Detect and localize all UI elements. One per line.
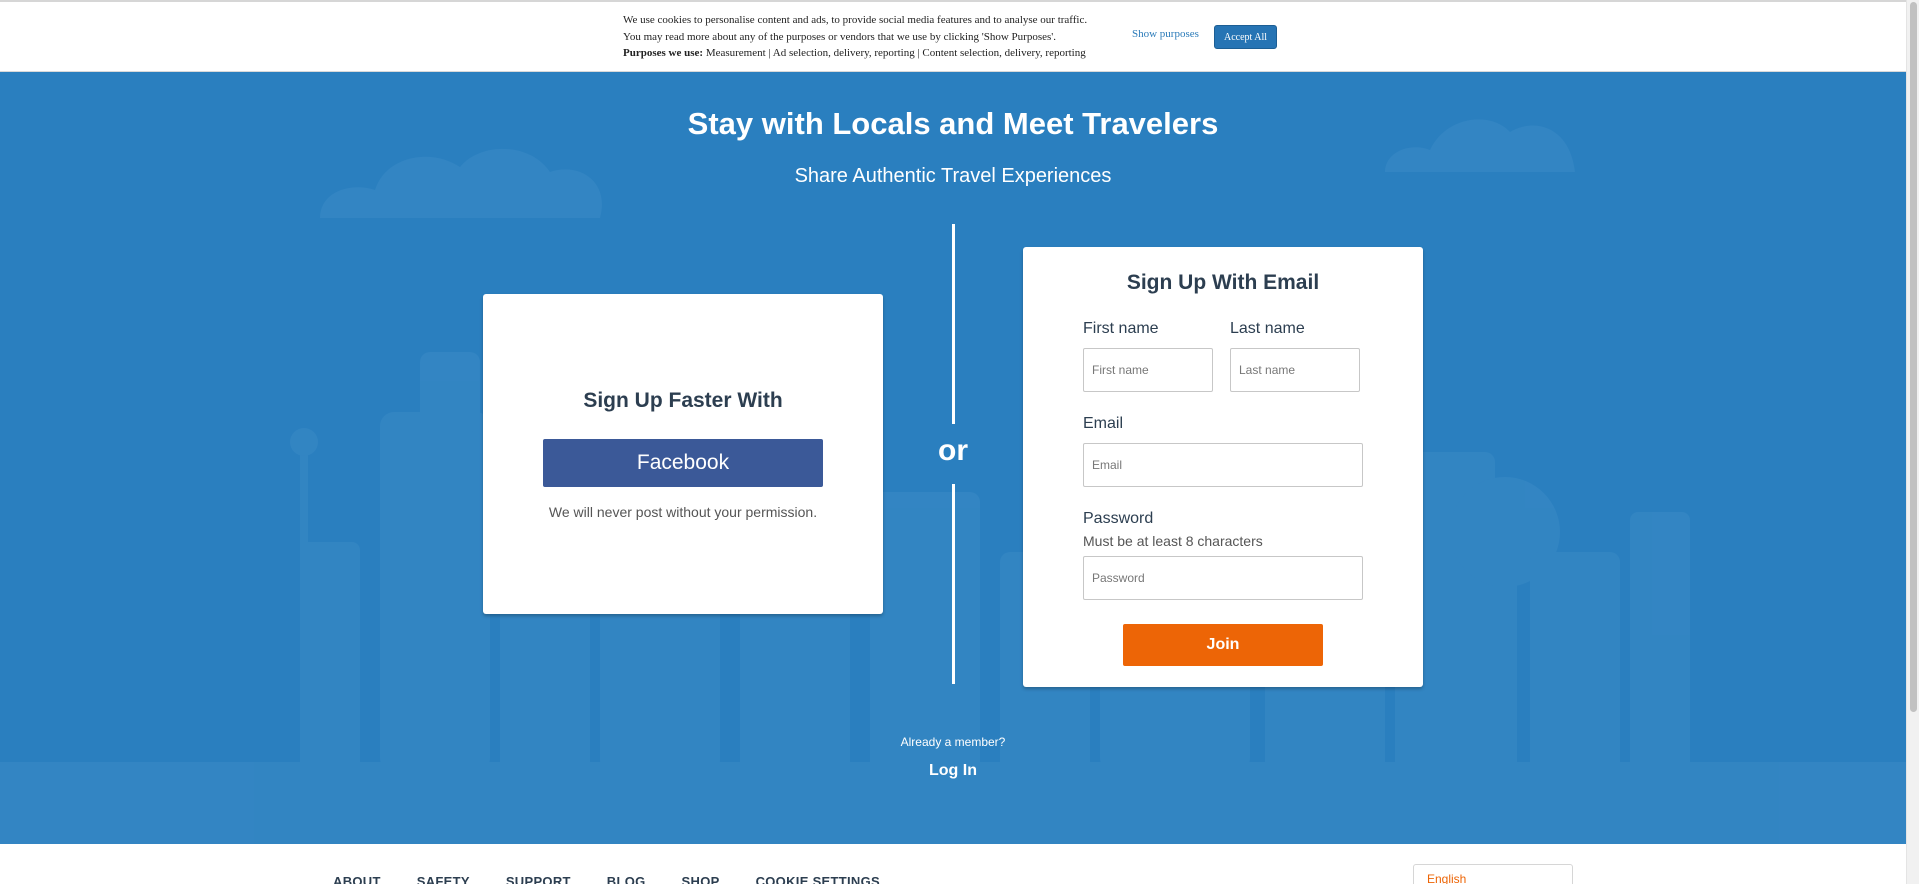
last-name-input[interactable] bbox=[1230, 348, 1360, 392]
social-signup-heading: Sign Up Faster With bbox=[583, 389, 783, 412]
hero-title: Stay with Locals and Meet Travelers bbox=[687, 106, 1219, 141]
join-button[interactable]: Join bbox=[1123, 624, 1323, 666]
or-separator: or bbox=[938, 434, 968, 467]
footer-link-blog[interactable]: BLOG bbox=[607, 874, 646, 884]
scrollbar-thumb[interactable] bbox=[1910, 2, 1917, 712]
footer-nav: ABOUT SAFETY SUPPORT BLOG SHOP COOKIE SE… bbox=[333, 874, 916, 884]
footer-link-safety[interactable]: SAFETY bbox=[417, 874, 470, 884]
facebook-signup-button[interactable]: Facebook bbox=[543, 439, 823, 487]
footer-link-support[interactable]: SUPPORT bbox=[506, 874, 571, 884]
email-signup-card: Sign Up With Email First name Last name … bbox=[1023, 247, 1423, 687]
purposes-label: Purposes we use: bbox=[623, 47, 704, 59]
facebook-disclaimer: We will never post without your permissi… bbox=[548, 504, 818, 520]
cookie-line-2: You may read more about any of the purpo… bbox=[623, 30, 1056, 43]
email-signup-heading: Sign Up With Email bbox=[1126, 271, 1320, 294]
footer: ABOUT SAFETY SUPPORT BLOG SHOP COOKIE SE… bbox=[0, 844, 1906, 884]
footer-link-about[interactable]: ABOUT bbox=[333, 874, 381, 884]
password-input[interactable] bbox=[1083, 556, 1363, 600]
divider-line-bottom bbox=[952, 484, 955, 684]
email-input[interactable] bbox=[1083, 443, 1363, 487]
first-name-label: First name bbox=[1083, 320, 1159, 337]
show-purposes-link[interactable]: Show purposes bbox=[1132, 28, 1199, 40]
divider-line-top bbox=[952, 224, 955, 424]
footer-link-shop[interactable]: SHOP bbox=[682, 874, 720, 884]
purposes-list: Measurement | Ad selection, delivery, re… bbox=[703, 47, 1086, 59]
footer-link-cookie-settings[interactable]: COOKIE SETTINGS bbox=[756, 874, 880, 884]
first-name-input[interactable] bbox=[1083, 348, 1213, 392]
cookie-text: We use cookies to personalise content an… bbox=[623, 12, 1123, 62]
cookie-line-3: Purposes we use: Measurement | Ad select… bbox=[623, 45, 1123, 62]
login-link[interactable]: Log In bbox=[929, 762, 977, 779]
accept-all-button[interactable]: Accept All bbox=[1214, 25, 1277, 49]
social-signup-card: Sign Up Faster With Facebook We will nev… bbox=[483, 294, 883, 614]
cookie-banner: We use cookies to personalise content an… bbox=[0, 0, 1906, 72]
hero-subtitle: Share Authentic Travel Experiences bbox=[794, 165, 1112, 187]
signup-hero: Stay with Locals and Meet Travelers Shar… bbox=[0, 72, 1906, 844]
language-selector[interactable]: English bbox=[1413, 864, 1573, 884]
email-label: Email bbox=[1083, 415, 1124, 432]
last-name-label: Last name bbox=[1230, 320, 1305, 337]
page-scrollbar[interactable] bbox=[1906, 0, 1919, 884]
login-row: Log In bbox=[0, 762, 1906, 780]
password-label: Password bbox=[1083, 510, 1154, 527]
cookie-line-1: We use cookies to personalise content an… bbox=[623, 14, 1088, 26]
password-hint: Must be at least 8 characters bbox=[1083, 533, 1263, 549]
already-member-text: Already a member? bbox=[900, 735, 1006, 749]
